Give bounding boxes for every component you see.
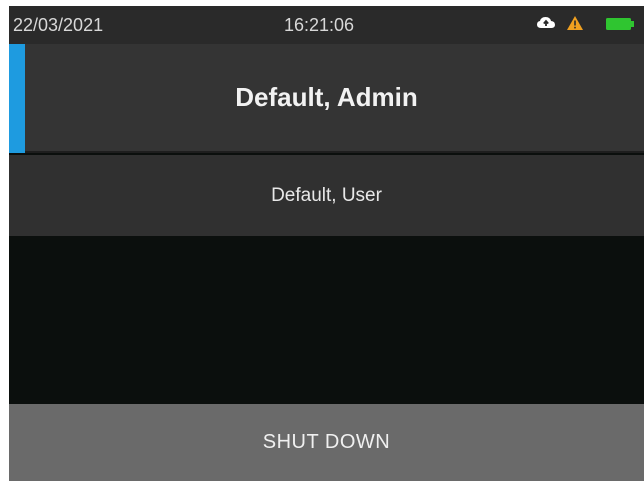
status-date: 22/03/2021: [13, 15, 104, 35]
cloud-icon: [536, 15, 556, 36]
user-item-default-user[interactable]: Default, User: [9, 155, 644, 236]
selection-indicator: [9, 44, 25, 153]
status-time: 16:21:06: [284, 15, 355, 35]
device-screen: 22/03/2021 16:21:06 Default, Admin Defau…: [9, 6, 644, 481]
user-item-label: Default, Admin: [235, 82, 418, 112]
shutdown-button[interactable]: SHUT DOWN: [9, 404, 644, 481]
status-bar: 22/03/2021 16:21:06: [9, 6, 644, 44]
user-item-default-admin[interactable]: Default, Admin: [9, 44, 644, 153]
battery-icon: [606, 15, 634, 36]
warning-icon: [566, 15, 584, 36]
user-item-label: Default, User: [271, 184, 382, 206]
status-icons: [536, 15, 634, 36]
list-empty-area: [9, 236, 644, 404]
